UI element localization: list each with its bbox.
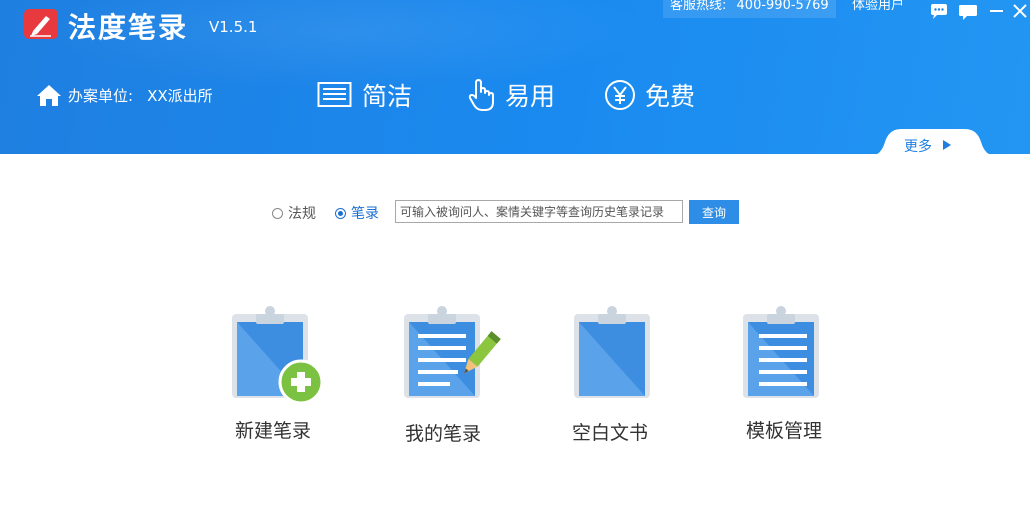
tile-blank-document-label: 空白文书 <box>571 422 648 444</box>
radio-dot[interactable] <box>335 207 346 219</box>
feature-free: 免费 <box>604 76 695 114</box>
my-records-icon <box>404 306 501 398</box>
minimize-icon[interactable] <box>986 2 1008 22</box>
hand-pointer-icon <box>468 79 494 111</box>
user-label[interactable]: 体验用户 <box>852 0 904 16</box>
feature-simple: 简洁 <box>317 76 412 114</box>
radio-records[interactable]: 笔录 <box>335 203 379 223</box>
tile-blank-document[interactable]: 空白文书 <box>545 300 675 460</box>
hotline-label: 客服热线: <box>670 0 727 13</box>
message-icon[interactable] <box>957 2 979 22</box>
feature-easy-label: 易用 <box>505 82 556 111</box>
tile-template-management[interactable]: 模板管理 <box>719 300 849 460</box>
tile-new-record[interactable]: 新建笔录 <box>208 300 338 460</box>
app-logo-icon <box>24 9 58 39</box>
radio-dot[interactable] <box>272 207 283 219</box>
close-icon[interactable] <box>1010 2 1030 22</box>
app-version: V1.5.1 <box>209 18 258 36</box>
hotline-number: 400-990-5769 <box>736 0 829 13</box>
chat-icon[interactable] <box>928 2 950 22</box>
hotline: 客服热线: 400-990-5769 <box>663 0 836 18</box>
tile-new-record-label: 新建笔录 <box>234 420 311 442</box>
more-tab[interactable] <box>873 128 993 154</box>
feature-easy: 易用 <box>468 76 555 114</box>
home-icon <box>37 85 61 106</box>
radio-regulations[interactable]: 法规 <box>272 203 316 223</box>
tile-my-records-label: 我的笔录 <box>404 423 481 445</box>
app-title: 法度笔录 <box>68 11 189 44</box>
template-icon <box>743 306 819 398</box>
tile-my-records[interactable]: 我的笔录 <box>378 300 508 460</box>
search-button[interactable]: 查询 <box>689 200 739 224</box>
search-input[interactable] <box>395 200 683 223</box>
office-unit: 办案单位: XX派出所 <box>36 82 213 108</box>
document-lines-icon <box>317 82 352 107</box>
more-arrow-icon[interactable] <box>943 140 951 150</box>
feature-simple-label: 简洁 <box>362 82 413 111</box>
office-unit-label: 办案单位: <box>68 86 134 105</box>
radio-records-label: 笔录 <box>351 206 379 222</box>
feature-free-label: 免费 <box>645 82 696 111</box>
tile-template-management-label: 模板管理 <box>745 420 822 442</box>
office-unit-value: XX派出所 <box>147 86 213 105</box>
yen-circle-icon <box>605 80 635 110</box>
more-label[interactable]: 更多 <box>904 136 932 154</box>
radio-regulations-label: 法规 <box>288 206 316 222</box>
new-record-icon <box>232 306 324 405</box>
app-header: 法度笔录 V1.5.1 客服热线: 400-990-5769 体验用户 办案单位… <box>0 0 1030 154</box>
blank-document-icon <box>574 306 650 398</box>
